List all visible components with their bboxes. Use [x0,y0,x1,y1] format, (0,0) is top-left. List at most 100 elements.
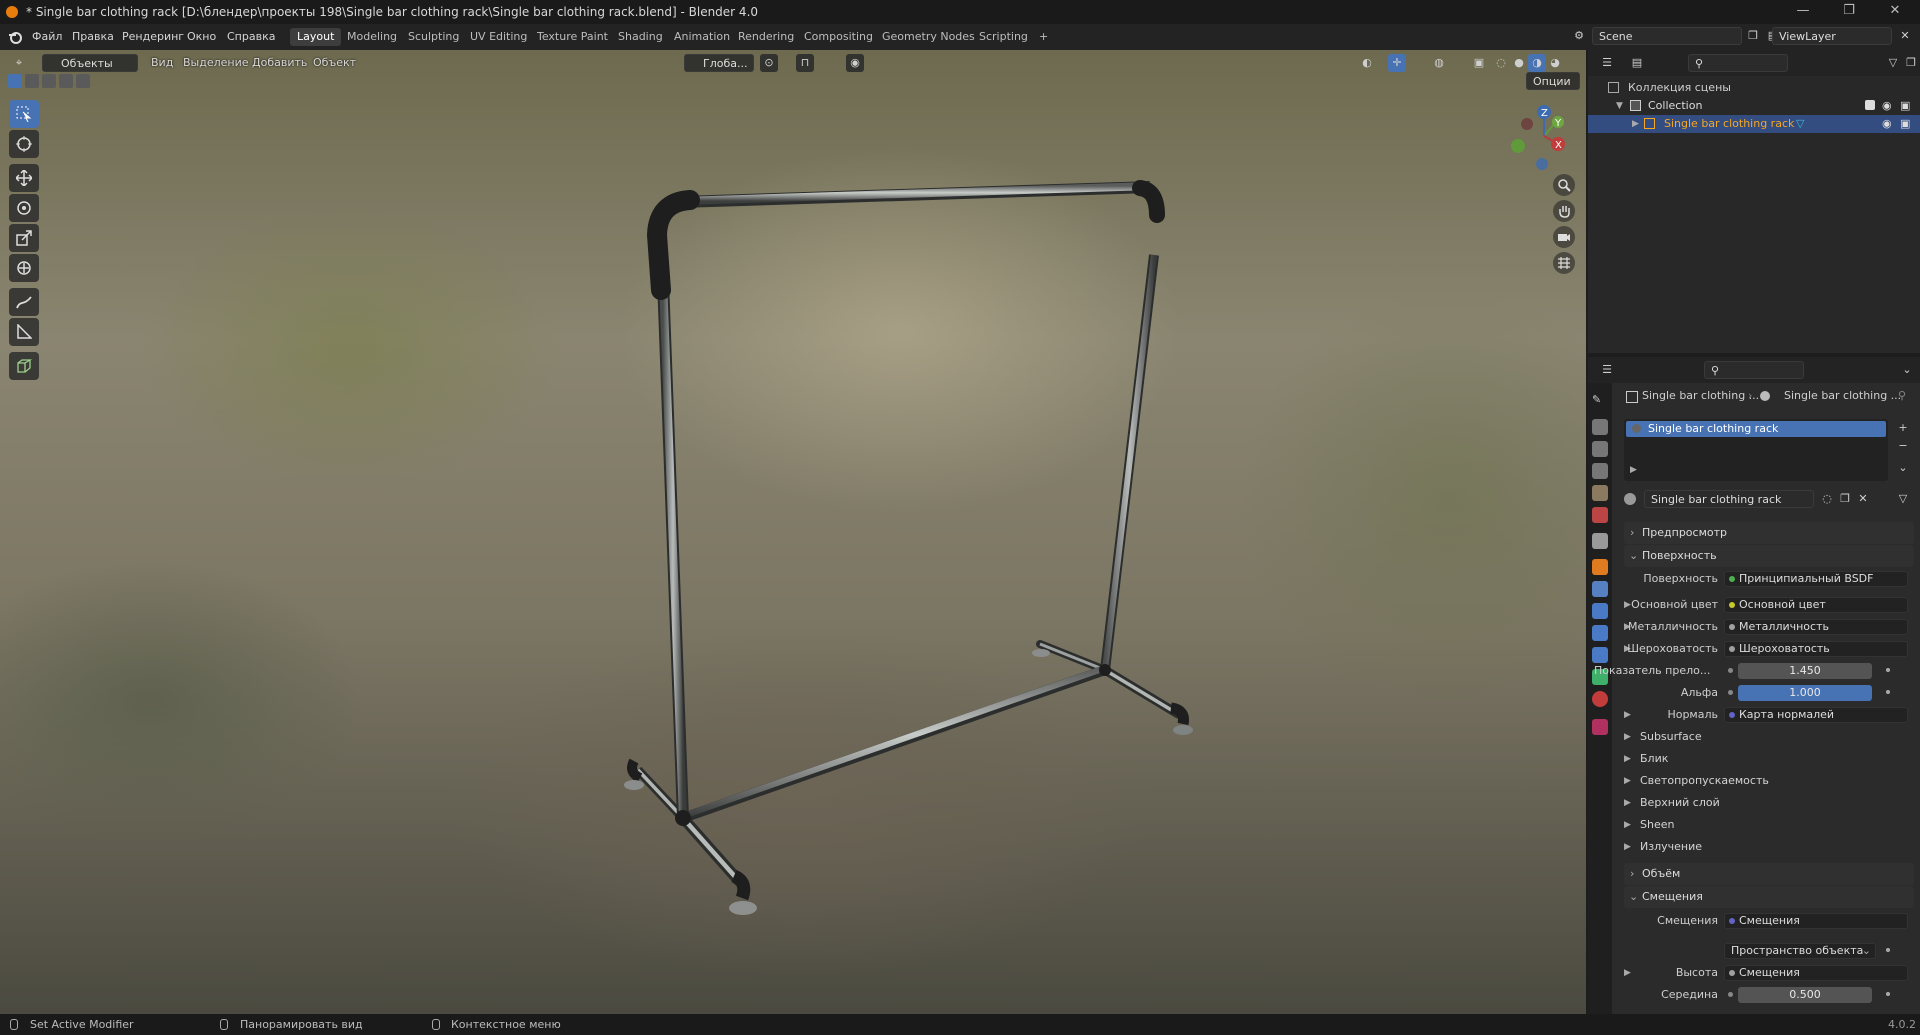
alpha-field[interactable]: 1.000 [1738,685,1872,701]
coat-section[interactable]: Верхний слой [1640,793,1720,813]
slot-specials-button[interactable]: ⌄ [1894,459,1912,477]
metallic-field[interactable]: Металличность [1724,619,1908,635]
properties-editor-type-icon[interactable]: ☰ [1598,361,1616,379]
tab-layout[interactable]: Layout [290,28,342,46]
view-layer-tab-icon[interactable] [1592,463,1608,479]
remove-slot-button[interactable]: − [1894,437,1912,455]
scene-icon[interactable]: ⚙ [1570,27,1588,45]
breadcrumb-object[interactable]: Single bar clothing ... [1642,389,1759,402]
menu-edit[interactable]: Правка [72,30,114,43]
material-slot-item[interactable]: Single bar clothing rack [1626,421,1886,437]
transmission-expand-icon[interactable]: ▶ [1624,771,1631,791]
duplicate-material-icon[interactable]: ❐ [1836,490,1854,508]
emission-section[interactable]: Излучение [1640,837,1702,857]
subsurface-expand-icon[interactable]: ▶ [1624,727,1631,747]
specular-section[interactable]: Блик [1640,749,1668,769]
menu-file[interactable]: Файл [32,30,62,43]
add-slot-button[interactable]: + [1894,419,1912,437]
coat-expand-icon[interactable]: ▶ [1624,793,1631,813]
navigation-gizmo[interactable]: Z Y X [1500,102,1580,172]
add-workspace-button[interactable]: + [1032,28,1055,46]
camera-view-button[interactable] [1553,226,1575,248]
displacement-panel-header[interactable]: ⌄ Смещения [1624,886,1914,908]
render-camera-icon[interactable]: ▣ [1900,115,1910,133]
normal-field[interactable]: Карта нормалей [1724,707,1908,723]
minimize-button[interactable]: — [1780,0,1826,24]
outliner-search[interactable]: ⚲ [1688,54,1788,72]
render-camera-icon[interactable]: ▣ [1900,97,1910,115]
base-color-field[interactable]: Основной цвет [1724,597,1908,613]
tool-tab-icon[interactable]: ✎ [1592,393,1608,409]
tab-sculpting[interactable]: Sculpting [401,28,466,46]
maximize-button[interactable]: ❐ [1826,0,1872,24]
tab-modeling[interactable]: Modeling [340,28,404,46]
scene-tab-icon[interactable] [1592,485,1608,501]
ior-field[interactable]: 1.450 [1738,663,1872,679]
sheen-section[interactable]: Sheen [1640,815,1674,835]
tab-texture-paint[interactable]: Texture Paint [530,28,615,46]
tab-rendering[interactable]: Rendering [731,28,801,46]
render-tab-icon[interactable] [1592,419,1608,435]
roughness-field[interactable]: Шероховатость [1724,641,1908,657]
tab-shading[interactable]: Shading [611,28,670,46]
subsurface-section[interactable]: Subsurface [1640,727,1702,747]
eye-icon[interactable]: ◉ [1882,97,1892,115]
volume-panel-header[interactable]: › Объём [1624,863,1914,885]
alpha-keyframe-icon[interactable] [1886,690,1890,694]
tree-item-scene-collection[interactable]: Коллекция сцены [1588,79,1920,97]
expand-object-icon[interactable]: ▶ [1632,115,1639,133]
view-layer-selector[interactable]: ViewLayer [1772,27,1892,45]
zoom-view-button[interactable] [1553,174,1575,196]
properties-options-icon[interactable]: ⌄ [1898,361,1916,379]
ior-keyframe-icon[interactable] [1886,668,1890,672]
slot-list-expand-icon[interactable]: ▶ [1630,465,1637,475]
tree-item-collection[interactable]: ▼ Collection ◉ ▣ [1588,97,1920,115]
eye-icon[interactable]: ◉ [1882,115,1892,133]
tree-item-clothing-rack[interactable]: ▶ Single bar clothing rack ▽ ◉ ▣ [1588,115,1920,133]
output-tab-icon[interactable] [1592,441,1608,457]
breadcrumb-material[interactable]: Single bar clothing ... [1784,389,1901,402]
material-name-field[interactable]: Single bar clothing rack [1644,490,1814,508]
scene-selector[interactable]: Scene [1592,27,1742,45]
expand-collection-icon[interactable]: ▼ [1616,97,1623,115]
texture-tab-icon[interactable] [1592,719,1608,735]
material-browse-icon[interactable] [1624,493,1636,505]
tab-geometry-nodes[interactable]: Geometry Nodes [875,28,982,46]
modifiers-tab-icon[interactable] [1592,581,1608,597]
midlevel-keyframe-icon[interactable] [1886,992,1890,996]
particles-tab-icon[interactable] [1592,603,1608,619]
specular-expand-icon[interactable]: ▶ [1624,749,1631,769]
filter-icon[interactable]: ▽ [1884,54,1902,72]
remove-view-layer-icon[interactable]: ✕ [1896,27,1914,45]
menu-help[interactable]: Справка [227,30,275,43]
close-button[interactable]: ✕ [1872,0,1918,24]
fake-user-icon[interactable]: ◌ [1818,490,1836,508]
preview-panel-header[interactable]: › Предпросмотр [1624,522,1914,544]
transmission-section[interactable]: Светопропускаемость [1640,771,1769,791]
new-collection-icon[interactable]: ❐ [1902,54,1920,72]
surface-shader-field[interactable]: Принципиальный BSDF [1724,571,1908,587]
tab-uv-editing[interactable]: UV Editing [463,28,534,46]
display-mode-icon[interactable]: ▤ [1628,54,1646,72]
collection-tab-icon[interactable] [1592,533,1608,549]
tab-animation[interactable]: Animation [667,28,737,46]
new-scene-icon[interactable]: ❐ [1744,27,1762,45]
world-tab-icon[interactable] [1592,507,1608,523]
emission-expand-icon[interactable]: ▶ [1624,837,1631,857]
physics-tab-icon[interactable] [1592,625,1608,641]
properties-search[interactable]: ⚲ [1704,361,1804,379]
surface-panel-header[interactable]: ⌄ Поверхность [1624,545,1914,567]
object-tab-icon[interactable] [1592,559,1608,575]
outliner-editor-type-icon[interactable]: ☰ [1598,54,1616,72]
menu-window[interactable]: Окно [187,30,216,43]
pan-view-button[interactable] [1553,200,1575,222]
pin-icon[interactable]: ⚲ [1898,389,1906,402]
perspective-toggle-button[interactable] [1553,252,1575,274]
unlink-material-icon[interactable]: ✕ [1854,490,1872,508]
exclude-checkbox[interactable] [1865,100,1875,110]
menu-render[interactable]: Рендеринг [122,30,184,43]
mesh-data-icon[interactable]: ▽ [1796,115,1804,133]
tab-compositing[interactable]: Compositing [797,28,880,46]
displacement-space-dropdown[interactable]: Пространство объекта ⌄ [1724,943,1876,959]
height-field[interactable]: Смещения [1724,965,1908,981]
